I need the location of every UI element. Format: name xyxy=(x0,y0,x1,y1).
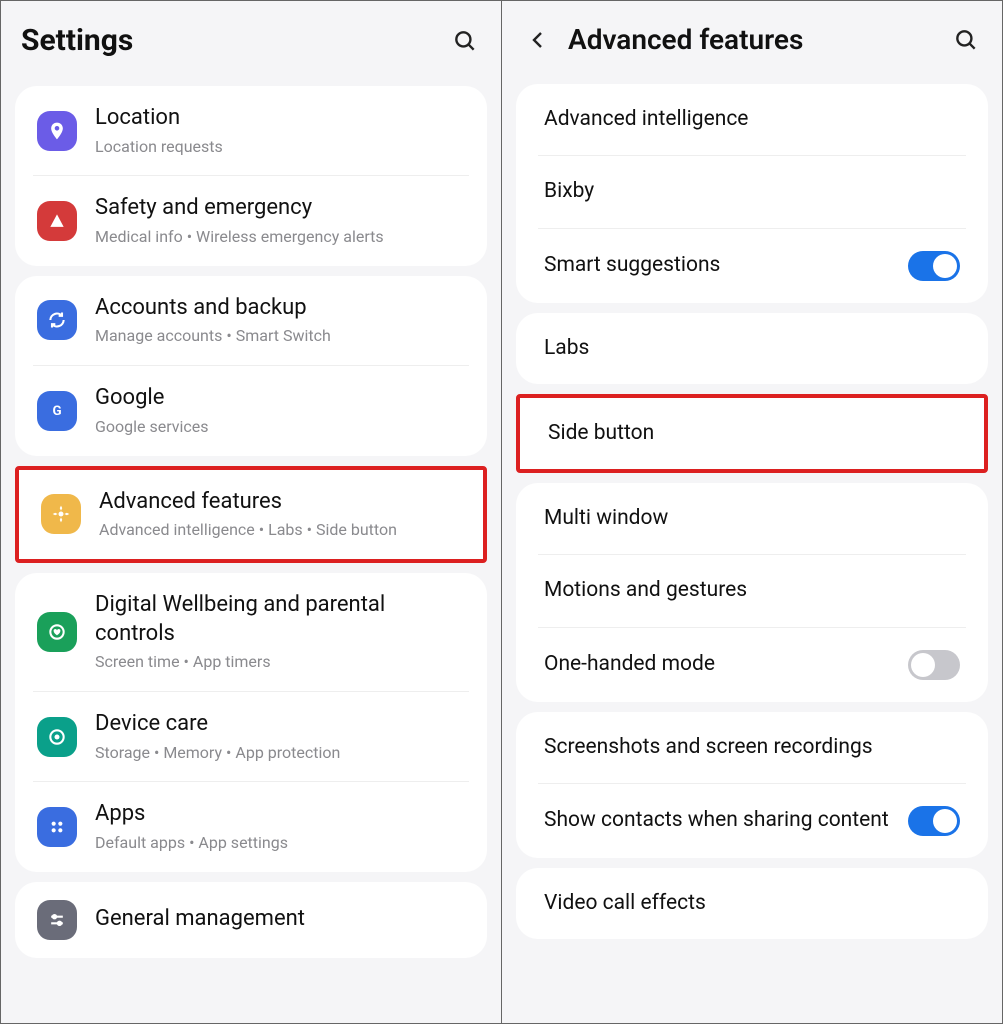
af-item-screenshots[interactable]: Screenshots and screen recordings xyxy=(538,712,966,783)
advanced-title: Advanced features xyxy=(568,23,936,56)
af-card: Multi window Motions and gestures One-ha… xyxy=(516,483,988,702)
af-item-one-handed-mode[interactable]: One-handed mode xyxy=(538,627,966,702)
settings-title: Settings xyxy=(21,23,435,58)
smart-suggestions-toggle[interactable] xyxy=(908,251,960,281)
item-title: Apps xyxy=(95,800,465,829)
af-item-labs[interactable]: Labs xyxy=(538,313,966,384)
advanced-features-panel: Advanced features Advanced intelligence … xyxy=(501,0,1003,1024)
settings-item-apps[interactable]: Apps Default apps • App settings xyxy=(33,781,469,871)
settings-item-advanced-features[interactable]: Advanced features Advanced intelligence … xyxy=(37,470,465,559)
af-card: Advanced intelligence Bixby Smart sugges… xyxy=(516,84,988,303)
settings-card: Location Location requests Safety and em… xyxy=(15,86,487,266)
item-subtitle: Google services xyxy=(95,417,465,438)
show-contacts-toggle[interactable] xyxy=(908,806,960,836)
location-icon xyxy=(37,111,77,151)
af-card: Labs xyxy=(516,313,988,384)
settings-item-safety[interactable]: Safety and emergency Medical info • Wire… xyxy=(33,175,469,265)
item-title: Google xyxy=(95,384,465,413)
settings-item-location[interactable]: Location Location requests xyxy=(33,86,469,175)
shield-check-icon xyxy=(37,717,77,757)
item-title: General management xyxy=(95,905,465,934)
af-item-bixby[interactable]: Bixby xyxy=(538,155,966,227)
heart-circle-icon xyxy=(37,612,77,652)
item-subtitle: Manage accounts • Smart Switch xyxy=(95,326,465,347)
gear-star-icon xyxy=(41,494,81,534)
item-title: Advanced features xyxy=(99,488,461,517)
back-icon[interactable] xyxy=(522,24,554,56)
sliders-icon xyxy=(37,900,77,940)
settings-item-google[interactable]: G Google Google services xyxy=(33,365,469,455)
settings-item-device-care[interactable]: Device care Storage • Memory • App prote… xyxy=(33,691,469,781)
af-item-multi-window[interactable]: Multi window xyxy=(538,483,966,554)
item-title: Digital Wellbeing and parental controls xyxy=(95,591,465,648)
item-subtitle: Storage • Memory • App protection xyxy=(95,743,465,764)
af-card: Screenshots and screen recordings Show c… xyxy=(516,712,988,858)
item-subtitle: Screen time • App timers xyxy=(95,652,465,673)
af-card: Video call effects xyxy=(516,868,988,939)
af-item-video-effects[interactable]: Video call effects xyxy=(538,868,966,939)
item-title: Accounts and backup xyxy=(95,294,465,323)
item-subtitle: Location requests xyxy=(95,137,465,158)
warning-icon xyxy=(37,201,77,241)
af-item-show-contacts[interactable]: Show contacts when sharing content xyxy=(538,783,966,858)
settings-item-digital-wellbeing[interactable]: Digital Wellbeing and parental controls … xyxy=(33,573,469,691)
apps-grid-icon xyxy=(37,807,77,847)
settings-item-general-management[interactable]: General management xyxy=(33,882,469,958)
item-title: Location xyxy=(95,104,465,133)
sync-icon xyxy=(37,300,77,340)
af-item-motions-gestures[interactable]: Motions and gestures xyxy=(538,554,966,626)
settings-card: Digital Wellbeing and parental controls … xyxy=(15,573,487,872)
search-icon[interactable] xyxy=(950,24,982,56)
search-icon[interactable] xyxy=(449,25,481,57)
settings-item-advanced-features-highlight: Advanced features Advanced intelligence … xyxy=(15,466,487,563)
svg-text:G: G xyxy=(52,404,61,419)
item-title: Device care xyxy=(95,710,465,739)
settings-header: Settings xyxy=(1,1,501,76)
af-item-side-button-highlight: Side button xyxy=(516,394,988,473)
item-subtitle: Medical info • Wireless emergency alerts xyxy=(95,227,465,248)
item-subtitle: Default apps • App settings xyxy=(95,833,465,854)
af-item-side-button[interactable]: Side button xyxy=(542,398,962,469)
settings-item-accounts[interactable]: Accounts and backup Manage accounts • Sm… xyxy=(33,276,469,365)
one-handed-toggle[interactable] xyxy=(908,650,960,680)
af-item-smart-suggestions[interactable]: Smart suggestions xyxy=(538,228,966,303)
google-icon: G xyxy=(37,391,77,431)
item-subtitle: Advanced intelligence • Labs • Side butt… xyxy=(99,520,461,541)
item-title: Safety and emergency xyxy=(95,194,465,223)
settings-card: General management xyxy=(15,882,487,958)
advanced-header: Advanced features xyxy=(502,1,1002,74)
af-item-advanced-intelligence[interactable]: Advanced intelligence xyxy=(538,84,966,155)
settings-card: Accounts and backup Manage accounts • Sm… xyxy=(15,276,487,456)
settings-panel: Settings Location Location requests Safe… xyxy=(0,0,501,1024)
